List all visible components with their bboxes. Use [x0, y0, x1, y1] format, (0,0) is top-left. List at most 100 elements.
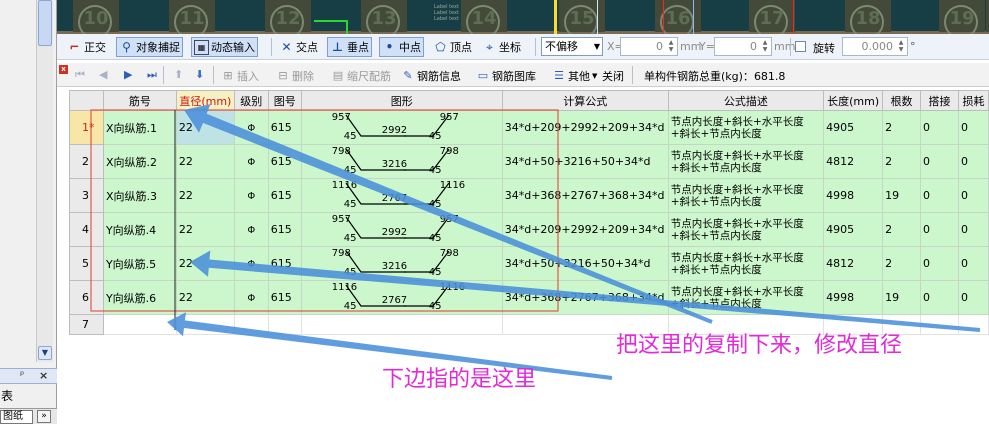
formula-cell[interactable]: 34*d+50+3216+50+34*d [501, 144, 669, 179]
header-grade[interactable]: 级别 [233, 90, 269, 111]
empty-cell[interactable] [102, 314, 177, 335]
figure-cell[interactable]: 1116 1116 45 2767 45 [300, 280, 503, 315]
lap-cell[interactable]: 0 [920, 246, 959, 281]
next-record-icon[interactable]: ▶ [124, 68, 132, 81]
left-scrollbar[interactable]: ▼ [36, 0, 53, 362]
lap-cell[interactable]: 0 [920, 144, 959, 179]
grade-cell[interactable]: Φ [233, 280, 269, 315]
midpoint-snap-button[interactable]: • 中点 [379, 37, 424, 57]
figure-cell[interactable]: 957 957 45 2992 45 [300, 212, 503, 247]
table-row[interactable]: 2 X向纵筋.2 22 Φ 615 798 798 45 3216 45 34*d+50+3216+… [69, 144, 989, 179]
empty-cell[interactable] [300, 314, 503, 335]
scroll-down-icon[interactable]: ▼ [38, 346, 52, 360]
formula-cell[interactable]: 34*d+368+2767+368+34*d [501, 280, 669, 315]
formula-cell[interactable]: 34*d+50+3216+50+34*d [501, 246, 669, 281]
count-cell[interactable]: 2 [882, 110, 922, 145]
figure-no-cell[interactable]: 615 [267, 178, 302, 213]
count-cell[interactable]: 19 [882, 178, 922, 213]
length-cell[interactable]: 4812 [823, 246, 884, 281]
figure-cell[interactable]: 798 798 45 3216 45 [300, 246, 503, 281]
count-cell[interactable]: 2 [882, 144, 922, 179]
row-number[interactable]: 2 [69, 144, 104, 179]
figure-no-cell[interactable]: 615 [267, 212, 302, 247]
diameter-cell[interactable]: 22 [175, 144, 235, 179]
x-coordinate-input[interactable]: 0 ▲ ▼ [620, 37, 678, 56]
loss-cell[interactable]: 0 [957, 212, 989, 247]
header-loss[interactable]: 损耗 [957, 90, 989, 111]
move-down-icon[interactable]: ⬇ [195, 68, 204, 81]
count-cell[interactable]: 2 [882, 212, 922, 247]
figure-no-cell[interactable]: 615 [267, 110, 302, 145]
rebar-info-button[interactable]: ✎ 钢筋信息 [401, 67, 461, 85]
table-row[interactable]: 4 Y向纵筋.4 22 Φ 615 957 957 45 2992 45 34*d+209+2992… [69, 212, 989, 247]
diameter-cell[interactable]: 22 [175, 246, 235, 281]
loss-cell[interactable]: 0 [957, 178, 989, 213]
length-cell[interactable]: 4998 [823, 178, 884, 213]
grade-cell[interactable]: Φ [233, 246, 269, 281]
cad-drawing-area[interactable]: Label text Label text Label text 10 11 12 13 1… [57, 0, 989, 34]
vertex-snap-button[interactable]: ⬠ 顶点 [431, 37, 474, 57]
dynamic-input-button[interactable]: ▦ 动态输入 [191, 37, 258, 57]
empty-cell[interactable] [920, 314, 959, 335]
last-record-icon[interactable]: ⏭ [147, 68, 157, 82]
row-number[interactable]: 6 [69, 280, 104, 315]
header-count[interactable]: 根数 [882, 90, 922, 111]
orthogonal-button[interactable]: ⌐ 正交 [65, 37, 108, 57]
header-diameter[interactable]: 直径(mm) [175, 90, 235, 111]
formula-desc-cell[interactable]: 节点内长度+斜长+水平长度+斜长+节点内长度 [667, 110, 825, 145]
spinner-icon[interactable]: ▲ ▼ [760, 39, 770, 54]
intersection-snap-button[interactable]: ✕ 交点 [277, 37, 320, 57]
row-number[interactable]: 7 [69, 314, 104, 335]
formula-desc-cell[interactable]: 节点内长度+斜长+水平长度+斜长+节点内长度 [667, 212, 825, 247]
figure-cell[interactable]: 1116 1116 45 2767 45 [300, 178, 503, 213]
row-number[interactable]: 1* [69, 110, 104, 145]
pin-icon[interactable]: ᵖ [20, 370, 24, 381]
loss-cell[interactable]: 0 [957, 246, 989, 281]
formula-cell[interactable]: 34*d+209+2992+209+34*d [501, 212, 669, 247]
table-row[interactable]: 1* X向纵筋.1 22 Φ 615 957 957 45 2992 45 34*d+209+299… [69, 110, 989, 145]
count-cell[interactable]: 2 [882, 246, 922, 281]
lap-cell[interactable]: 0 [920, 212, 959, 247]
formula-cell[interactable]: 34*d+368+2767+368+34*d [501, 178, 669, 213]
other-menu-button[interactable]: ☰ 其他 ▼ [552, 67, 597, 85]
perpendicular-snap-button[interactable]: ⊥ 垂点 [327, 37, 372, 57]
diameter-cell[interactable]: 22 [175, 110, 235, 145]
y-coordinate-input[interactable]: 0 ▲ ▼ [714, 37, 772, 56]
diameter-cell[interactable]: 22 [175, 280, 235, 315]
more-tabs-button[interactable]: » [37, 410, 51, 423]
lap-cell[interactable]: 0 [920, 280, 959, 315]
first-record-icon[interactable]: ⏮ [75, 68, 85, 82]
close-icon[interactable]: × [39, 369, 48, 382]
scale-rebar-button[interactable]: ▤ 缩尺配筋 [331, 67, 391, 85]
table-row[interactable]: 6 Y向纵筋.6 22 Φ 615 1116 1116 45 2767 45 34*d+368+27… [69, 280, 989, 315]
header-formula[interactable]: 计算公式 [501, 90, 669, 111]
move-up-icon[interactable]: ⬆ [174, 68, 183, 81]
grade-cell[interactable]: Φ [233, 212, 269, 247]
header-length[interactable]: 长度(mm) [823, 90, 884, 111]
spinner-icon[interactable]: ▲ ▼ [666, 39, 676, 54]
empty-cell[interactable] [267, 314, 302, 335]
loss-cell[interactable]: 0 [957, 144, 989, 179]
grade-cell[interactable]: Φ [233, 144, 269, 179]
loss-cell[interactable]: 0 [957, 280, 989, 315]
tab-drawings[interactable]: 图纸 [0, 410, 33, 424]
bar-id-cell[interactable]: X向纵筋.1 [102, 110, 177, 145]
figure-no-cell[interactable]: 615 [267, 246, 302, 281]
row-number[interactable]: 5 [69, 246, 104, 281]
previous-record-icon[interactable]: ◀ [99, 68, 107, 81]
row-number[interactable]: 3 [69, 178, 104, 213]
row-number[interactable]: 4 [69, 212, 104, 247]
length-cell[interactable]: 4905 [823, 212, 884, 247]
spinner-icon[interactable]: ▲ ▼ [896, 39, 906, 54]
figure-no-cell[interactable]: 615 [267, 280, 302, 315]
header-figure-no[interactable]: 图号 [267, 90, 302, 111]
loss-cell[interactable]: 0 [957, 110, 989, 145]
length-cell[interactable]: 4812 [823, 144, 884, 179]
diameter-cell[interactable]: 22 [175, 212, 235, 247]
offset-mode-select[interactable]: 不偏移 ▼ [541, 37, 603, 56]
formula-cell[interactable]: 34*d+209+2992+209+34*d [501, 110, 669, 145]
close-panel-button[interactable]: 关闭 [602, 67, 624, 85]
lap-cell[interactable]: 0 [920, 178, 959, 213]
formula-desc-cell[interactable]: 节点内长度+斜长+水平长度+斜长+节点内长度 [667, 280, 825, 315]
coordinate-snap-button[interactable]: ⌖ 坐标 [480, 37, 523, 57]
